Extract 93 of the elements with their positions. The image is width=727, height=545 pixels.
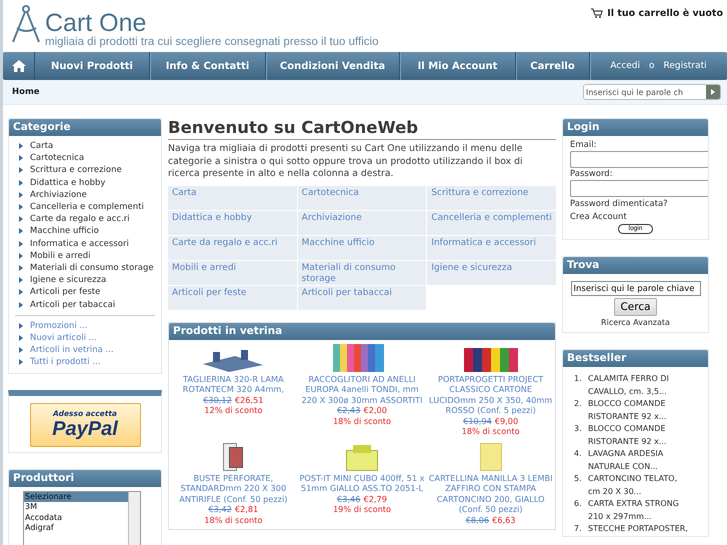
advanced-search-link[interactable]: Ricerca Avanzata bbox=[601, 318, 670, 327]
category-link[interactable]: Carta bbox=[15, 140, 155, 152]
tagline: migliaia di prodotti tra cui scegliere consegnati presso il tuo ufficio bbox=[45, 36, 378, 48]
price: €2,79 bbox=[363, 494, 387, 504]
search-field[interactable]: Inserisci qui le parole ch bbox=[583, 84, 721, 100]
category-link[interactable]: Materiali di consumo storage bbox=[15, 262, 155, 274]
panel-header: Prodotti in vetrina bbox=[169, 322, 555, 340]
forgot-password-link[interactable]: Password dimenticata? bbox=[570, 198, 701, 211]
category-link[interactable]: Cancelleria e complementi bbox=[15, 201, 155, 214]
price: €2,81 bbox=[234, 504, 258, 514]
category-link[interactable]: Didattica e hobby bbox=[15, 176, 155, 189]
compass-logo-icon bbox=[9, 4, 43, 44]
search-button[interactable]: Cerca bbox=[614, 298, 657, 316]
list-number: 3. bbox=[574, 423, 582, 435]
category-link[interactable]: Igiene e sicurezza bbox=[15, 274, 155, 286]
password-field[interactable] bbox=[570, 180, 708, 197]
price: €2,00 bbox=[363, 405, 387, 416]
logo-text[interactable]: Cart One bbox=[45, 10, 378, 36]
product-photo bbox=[346, 444, 378, 470]
bestseller-link[interactable]: BLOCCO COMANDE RISTORANTE 92 x... bbox=[588, 423, 688, 448]
product-link[interactable]: CARTELLINA MANILLA 3 LEMBI ZAFFIRO CON STAMPA CARTONCINO 200, GIALLO (Conf. 50 pezzi) bbox=[426, 472, 555, 514]
intro-text: Naviga tra migliaia di prodotti presenti su Cart One utilizzando il menu delle categorie a sinistra o qui sotto oppure trova un prodotto utilizzando il box di ricerca presente in alto e nella colonna a destra. bbox=[168, 143, 524, 180]
category-link[interactable]: Tutti i prodotti ... bbox=[15, 356, 155, 369]
list-number: 1. bbox=[574, 373, 582, 385]
discount-text: 18% di sconto bbox=[332, 416, 392, 426]
discount-text: 18% di sconto bbox=[204, 514, 262, 525]
cart-icon bbox=[591, 8, 604, 18]
panel-header: Trova bbox=[563, 257, 708, 274]
old-price: €30,12 bbox=[203, 394, 232, 405]
email-field[interactable] bbox=[570, 151, 708, 168]
list-number: 2. bbox=[574, 398, 582, 410]
category-link[interactable]: Articoli per feste bbox=[15, 286, 155, 299]
register-link[interactable]: Registrati bbox=[664, 61, 707, 71]
category-link[interactable]: Informatica e accessori bbox=[15, 238, 155, 250]
field-label: Email: bbox=[570, 140, 598, 151]
play-icon bbox=[711, 89, 715, 95]
panel-header: Produttori bbox=[9, 470, 161, 487]
panel-header: Bestseller bbox=[563, 350, 708, 367]
price: €9,00 bbox=[494, 416, 518, 426]
search-button[interactable] bbox=[706, 85, 720, 99]
product-link[interactable]: RACCOGLITORI AD ANELLI EUROPA 4anelli TONDI, mm 220 X 300ø 30mm ASSORTITI bbox=[298, 374, 426, 405]
product-link[interactable]: BUSTE PERFORATE, STANDARDmm 220 X 300 ANTIRIFLE (Conf. 50 pezzi) bbox=[169, 472, 298, 504]
list-option[interactable]: Selezionare bbox=[24, 492, 128, 502]
category-link[interactable]: Articoli per tabaccai bbox=[15, 298, 155, 311]
bestseller-link[interactable]: LAVAGNA ARDESIA NATURALE CON... bbox=[588, 448, 688, 473]
home-icon bbox=[12, 60, 26, 72]
old-price: €3,42 bbox=[208, 504, 232, 514]
category-link[interactable]: Articoli in vetrina ... bbox=[15, 344, 155, 356]
list-number: 4. bbox=[574, 448, 582, 460]
paypal-logo: PayPal bbox=[52, 418, 118, 440]
create-account-link[interactable]: Crea Account bbox=[570, 211, 701, 224]
product-photo bbox=[464, 348, 518, 372]
page-title: Benvenuto su CartOneWeb bbox=[168, 118, 556, 140]
discount-text: 18% di sconto bbox=[462, 426, 520, 436]
category-link[interactable]: Cartotecnica bbox=[15, 152, 155, 164]
panel-header: Categorie bbox=[9, 119, 161, 136]
list-number: 5. bbox=[574, 473, 582, 485]
product-link[interactable]: PORTAPROGETTI PROJECT CLASSICO CARTONE LUCIDOmm 250 X 350, 40mm ROSSO (Conf. 5 pezzi) bbox=[426, 374, 555, 416]
price: €6,63 bbox=[492, 514, 516, 525]
cart-status[interactable]: Il tuo carrello è vuoto bbox=[607, 8, 723, 18]
product-photo bbox=[480, 442, 502, 470]
product-link[interactable]: POST-IT MINI CUBO 400ff, 51 x 51mm GIALLO ASS.TO 2051-L bbox=[298, 472, 426, 494]
field-label: Password: bbox=[570, 169, 614, 180]
category-link[interactable]: Nuovi articoli ... bbox=[15, 332, 155, 344]
product-photo bbox=[203, 350, 264, 372]
bestseller-link[interactable]: CALAMITA FERRO DI CAVALLO, cm. 3,5... bbox=[588, 373, 688, 398]
list-number: 6. bbox=[574, 498, 582, 510]
panel-header: Login bbox=[563, 119, 708, 136]
manufacturer-list[interactable]: Selezionare 3M Accodata Adigraf bbox=[23, 490, 141, 545]
category-link[interactable]: Carte da regalo e acc.ri bbox=[15, 213, 155, 226]
bestseller-link[interactable]: STECCHE PORTAPOSTER, bbox=[588, 523, 688, 536]
old-price: €8,06 bbox=[466, 514, 490, 525]
discount-text: 12% di sconto bbox=[204, 405, 262, 416]
category-link[interactable]: Promozioni ... bbox=[15, 320, 155, 332]
login-link[interactable]: Accedi bbox=[610, 61, 640, 71]
breadcrumb-link[interactable]: Home bbox=[12, 87, 40, 97]
old-price: €10,94 bbox=[463, 416, 492, 426]
old-price: €3,46 bbox=[337, 494, 360, 504]
bestseller-link[interactable]: CARTONCINO TELATO, cm 20 X 30... bbox=[588, 473, 688, 498]
list-number: 7. bbox=[574, 523, 582, 535]
bestseller-link[interactable]: CARTA EXTRA STRONG 210 x 297mm... bbox=[588, 498, 688, 523]
category-link[interactable]: Mobili e arredi bbox=[15, 250, 155, 262]
category-link[interactable]: Macchine ufficio bbox=[15, 225, 155, 238]
category-link[interactable]: Scrittura e correzione bbox=[15, 164, 155, 177]
discount-text: 19% di sconto bbox=[332, 504, 392, 514]
product-link[interactable]: TAGLIERINA 320-R LAMA ROTANTECM 320 A4mm, bbox=[169, 374, 298, 394]
old-price: €2,43 bbox=[337, 405, 360, 416]
category-link[interactable]: Archiviazione bbox=[15, 188, 155, 202]
bestseller-link[interactable]: BLOCCO COMANDE RISTORANTE 92 x... bbox=[588, 398, 688, 423]
keyword-field[interactable]: Inserisci qui le parole chiave bbox=[570, 281, 700, 296]
product-photo bbox=[223, 442, 244, 470]
separator-text: o bbox=[649, 61, 655, 71]
price: €26,51 bbox=[234, 394, 264, 405]
